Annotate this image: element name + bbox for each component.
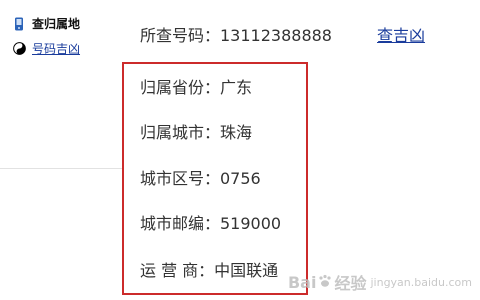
phone-icon (12, 17, 26, 31)
result-city: 归属城市：珠海 (140, 123, 253, 142)
sidebar-item-label: 查归属地 (32, 17, 81, 31)
watermark: Bai 经验 jingyan.baidu.com (288, 270, 472, 294)
result-panel: 归属省份：广东 归属城市：珠海 城市区号：0756 城市邮编：519000 运 … (122, 62, 308, 295)
check-fortune-link[interactable]: 查吉凶 (377, 22, 425, 46)
sidebar-divider (0, 168, 122, 169)
yin-yang-icon (12, 42, 26, 56)
watermark-brand-left: Bai (287, 272, 317, 292)
watermark-url: jingyan.baidu.com (370, 275, 472, 289)
queried-number: 所查号码：13112388888 (140, 26, 332, 45)
result-carrier: 运 营 商：中国联通 (140, 261, 279, 280)
sidebar-item-lookup[interactable]: 查归属地 (12, 15, 80, 32)
result-area-code: 城市区号：0756 (140, 169, 261, 188)
result-postal-code: 城市邮编：519000 (140, 214, 282, 233)
result-province: 归属省份：广东 (140, 78, 253, 97)
sidebar-item-label[interactable]: 号码吉凶 (32, 40, 80, 57)
watermark-brand-right: 经验 (334, 274, 367, 293)
sidebar: 查归属地 号码吉凶 (0, 0, 122, 300)
paw-icon (318, 273, 332, 292)
sidebar-item-fortune[interactable]: 号码吉凶 (12, 40, 80, 57)
